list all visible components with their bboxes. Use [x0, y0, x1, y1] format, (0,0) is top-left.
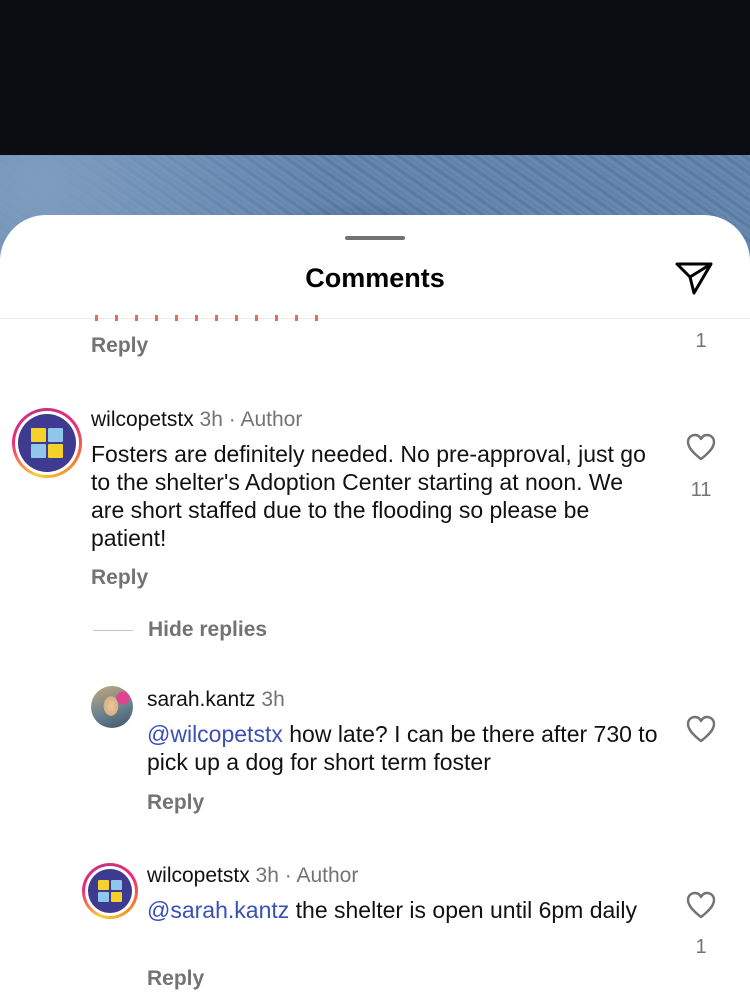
reply-button[interactable]: Reply: [147, 791, 204, 815]
top-dark-area: [0, 0, 750, 155]
cropped-previous-comment: [95, 315, 325, 321]
reply-text: @sarah.kantz the shelter is open until 6…: [147, 897, 638, 923]
heart-icon[interactable]: [686, 891, 716, 919]
like-count[interactable]: 1: [681, 936, 721, 959]
reply-username-line: wilcopetstx 3h · Author: [147, 864, 358, 888]
hide-replies-line: [93, 630, 133, 631]
sheet-title: Comments: [305, 263, 445, 293]
separator: ·: [284, 864, 292, 887]
shelter-logo-icon: [88, 869, 132, 913]
comment-time: 3h: [261, 688, 285, 711]
mention-link[interactable]: @sarah.kantz: [147, 897, 289, 923]
hide-replies-button[interactable]: Hide replies: [148, 618, 267, 642]
username[interactable]: wilcopetstx: [91, 408, 194, 431]
heart-icon[interactable]: [686, 433, 716, 461]
avatar[interactable]: [82, 863, 138, 919]
comment-time: 3h: [199, 408, 223, 431]
mention-link[interactable]: @wilcopetstx: [147, 721, 283, 747]
reply-button[interactable]: Reply: [91, 566, 148, 590]
username[interactable]: sarah.kantz: [147, 688, 256, 711]
avatar[interactable]: [12, 408, 82, 478]
heart-icon[interactable]: [686, 715, 716, 743]
reply-button[interactable]: Reply: [147, 967, 204, 991]
reply-text: @wilcopetstx how late? I can be there af…: [147, 721, 658, 775]
avatar[interactable]: [91, 686, 133, 728]
reply-username-line: sarah.kantz 3h: [147, 688, 285, 712]
shelter-logo-icon: [18, 414, 76, 472]
comment-username-line: wilcopetstx 3h · Author: [91, 408, 302, 432]
send-icon[interactable]: [674, 260, 714, 296]
like-count[interactable]: 11: [681, 479, 721, 502]
author-badge: Author: [296, 864, 359, 887]
separator: ·: [228, 408, 236, 431]
like-count[interactable]: 1: [681, 330, 721, 353]
comments-sheet: Comments Reply 1 wilcopetstx 3h · Author…: [0, 215, 750, 1000]
author-badge: Author: [240, 408, 303, 431]
reply-button[interactable]: Reply: [91, 334, 148, 358]
username[interactable]: wilcopetstx: [147, 864, 250, 887]
drag-handle[interactable]: [345, 236, 405, 240]
comment-text: Fosters are definitely needed. No pre-ap…: [91, 441, 646, 551]
comment-time: 3h: [255, 864, 279, 887]
